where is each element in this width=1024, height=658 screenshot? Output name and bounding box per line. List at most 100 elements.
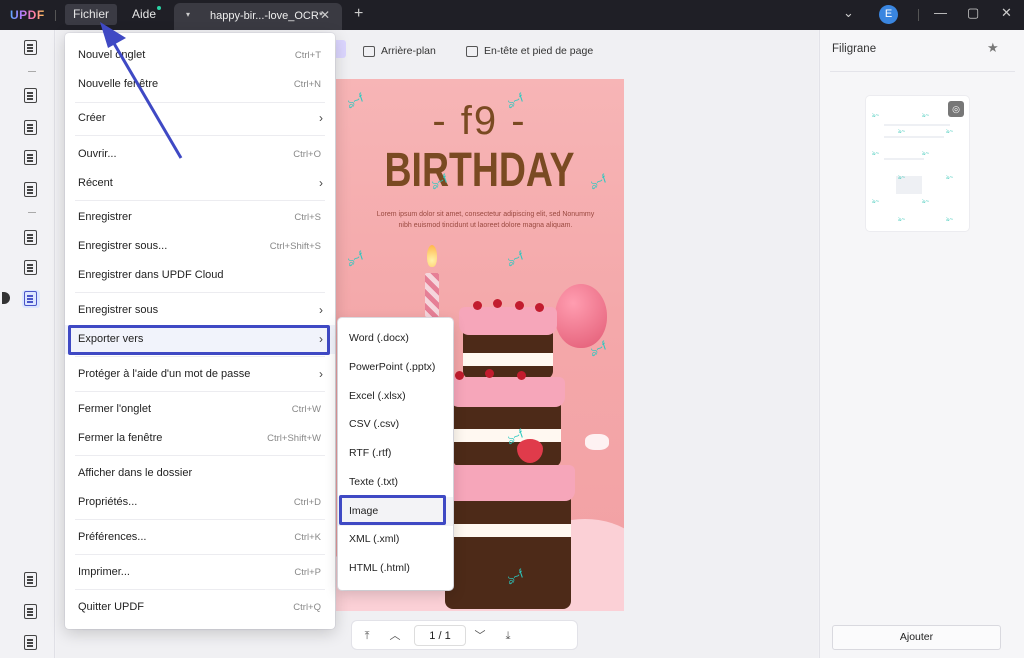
menu-item-close-tab[interactable]: Fermer l'onglet Ctrl+W — [65, 395, 335, 424]
export-image[interactable]: Image — [338, 497, 453, 526]
menu-separator — [75, 356, 325, 357]
export-xml[interactable]: XML (.xml) — [338, 525, 453, 554]
page-heading: - f9 - — [432, 99, 527, 143]
page-number-input[interactable]: 1 / 1 — [414, 625, 466, 646]
menu-separator — [75, 589, 325, 590]
header-footer-label: En-tête et pied de page — [484, 45, 594, 57]
title-bar: UPDF Fichier Aide ▾ happy-bir...-love_OC… — [0, 0, 1024, 30]
notification-dot — [157, 6, 161, 10]
background-button[interactable]: Arrière-plan — [363, 43, 436, 59]
close-window-icon[interactable]: ✕ — [1001, 5, 1012, 21]
sidebar-divider — [28, 212, 36, 213]
title-separator-2 — [918, 9, 919, 21]
watermark-mark: ঌ~f — [343, 248, 366, 270]
export-powerpoint[interactable]: PowerPoint (.pptx) — [338, 353, 453, 382]
export-submenu: Word (.docx) PowerPoint (.pptx) Excel (.… — [338, 318, 453, 590]
prev-page-icon[interactable]: ︿ — [386, 627, 404, 645]
chevron-right-icon: › — [319, 332, 323, 346]
crop-icon[interactable] — [22, 259, 40, 277]
left-sidebar — [0, 30, 55, 658]
tab-title: happy-bir...-love_OCR* — [210, 10, 324, 22]
tab-menu-icon[interactable]: ▾ — [186, 10, 190, 19]
menu-item-properties[interactable]: Propriétés... Ctrl+D — [65, 488, 335, 517]
layers-icon[interactable] — [22, 571, 40, 589]
menu-separator — [75, 554, 325, 555]
menu-separator — [75, 200, 325, 201]
menu-item-print[interactable]: Imprimer... Ctrl+P — [65, 558, 335, 587]
reader-icon[interactable] — [22, 39, 40, 57]
document-tab[interactable]: ▾ happy-bir...-love_OCR* ✕ — [174, 3, 342, 30]
menu-item-quit[interactable]: Quitter UPDF Ctrl+Q — [65, 593, 335, 622]
star-icon[interactable]: ★ — [987, 40, 999, 56]
minimize-icon[interactable]: — — [934, 5, 947, 20]
menu-separator — [75, 455, 325, 456]
watermark-tool-icon[interactable] — [22, 290, 40, 308]
watermark-thumbnail[interactable]: ঌ~ ঌ~ ঌ~ ঌ~ ঌ~ ঌ~ ঌ~ ঌ~ ঌ~ ঌ~ ঌ~ ঌ~ ◎ — [866, 96, 969, 231]
menu-item-save-as[interactable]: Enregistrer sous... Ctrl+Shift+S — [65, 232, 335, 261]
export-excel[interactable]: Excel (.xlsx) — [338, 382, 453, 411]
candle-flame-image — [427, 245, 437, 267]
menu-fichier[interactable]: Fichier — [65, 4, 118, 25]
comment-icon[interactable] — [22, 87, 40, 105]
title-separator — [55, 10, 56, 21]
panel-title: Filigrane — [832, 43, 877, 55]
menu-separator — [75, 519, 325, 520]
user-avatar[interactable]: E — [879, 5, 898, 24]
export-rtf[interactable]: RTF (.rtf) — [338, 439, 453, 468]
menu-item-save-as-format[interactable]: Enregistrer sous › — [65, 296, 335, 325]
page-navigator: ⤒ ︿ 1 / 1 ﹀ ⤓ — [351, 620, 578, 650]
menu-item-save[interactable]: Enregistrer Ctrl+S — [65, 203, 335, 232]
chevron-right-icon: › — [319, 111, 323, 125]
cake-image — [441, 299, 575, 609]
bookmark-icon[interactable] — [22, 603, 40, 621]
menu-item-recent[interactable]: Récent › — [65, 169, 335, 198]
menu-item-create[interactable]: Créer › — [65, 104, 335, 133]
export-word[interactable]: Word (.docx) — [338, 324, 453, 353]
menu-item-export-to[interactable]: Exporter vers › — [65, 325, 335, 354]
sidebar-collapse-handle[interactable] — [2, 292, 10, 304]
page-title: BIRTHDAY — [384, 144, 575, 197]
watermark-panel: Filigrane ★ ঌ~ ঌ~ ঌ~ ঌ~ ঌ~ ঌ~ ঌ~ ঌ~ ঌ~ ঌ… — [819, 30, 1024, 658]
add-watermark-button[interactable]: Ajouter — [832, 625, 1001, 650]
menu-separator — [75, 135, 325, 136]
export-text[interactable]: Texte (.txt) — [338, 468, 453, 497]
menu-item-close-window[interactable]: Fermer la fenêtre Ctrl+Shift+W — [65, 424, 335, 453]
chevron-down-icon[interactable]: ⌄ — [843, 5, 854, 21]
background-icon — [363, 45, 375, 57]
menu-item-preferences[interactable]: Préférences... Ctrl+K — [65, 523, 335, 552]
new-tab-icon[interactable]: + — [354, 5, 363, 23]
next-page-icon[interactable]: ﹀ — [471, 627, 489, 645]
edit-icon[interactable] — [22, 119, 40, 137]
menu-item-show-in-folder[interactable]: Afficher dans le dossier — [65, 459, 335, 488]
panel-divider — [830, 71, 1015, 72]
sidebar-divider — [28, 71, 36, 72]
attachment-icon[interactable] — [22, 634, 40, 652]
updf-logo: UPDF — [10, 8, 45, 22]
export-csv[interactable]: CSV (.csv) — [338, 410, 453, 439]
menu-separator — [75, 102, 325, 103]
last-page-icon[interactable]: ⤓ — [499, 627, 517, 645]
candle-image — [425, 273, 439, 317]
background-label: Arrière-plan — [381, 45, 436, 57]
menu-separator — [75, 292, 325, 293]
ocr-icon[interactable] — [22, 229, 40, 247]
chevron-right-icon: › — [319, 367, 323, 381]
menu-item-protect-password[interactable]: Protéger à l'aide d'un mot de passe › — [65, 360, 335, 389]
menu-separator — [75, 391, 325, 392]
export-html[interactable]: HTML (.html) — [338, 554, 453, 583]
organize-icon[interactable] — [22, 149, 40, 167]
page-body-text: Lorem ipsum dolor sit amet, consectetur … — [376, 211, 595, 229]
menu-item-new-tab[interactable]: Nouvel onglet Ctrl+T — [65, 41, 335, 70]
watermark-mark: ঌ~f — [503, 248, 526, 270]
maximize-icon[interactable]: ▢ — [967, 5, 979, 21]
header-footer-button[interactable]: En-tête et pied de page — [466, 43, 593, 59]
bow-image — [585, 434, 609, 450]
header-footer-icon — [466, 45, 478, 57]
form-icon[interactable] — [22, 181, 40, 199]
menu-item-new-window[interactable]: Nouvelle fenêtre Ctrl+N — [65, 70, 335, 99]
tab-close-icon[interactable]: ✕ — [320, 8, 330, 22]
hide-eye-icon[interactable]: ◎ — [948, 101, 964, 117]
menu-item-save-cloud[interactable]: Enregistrer dans UPDF Cloud — [65, 261, 335, 290]
menu-item-open[interactable]: Ouvrir... Ctrl+O — [65, 140, 335, 169]
first-page-icon[interactable]: ⤒ — [358, 627, 376, 645]
